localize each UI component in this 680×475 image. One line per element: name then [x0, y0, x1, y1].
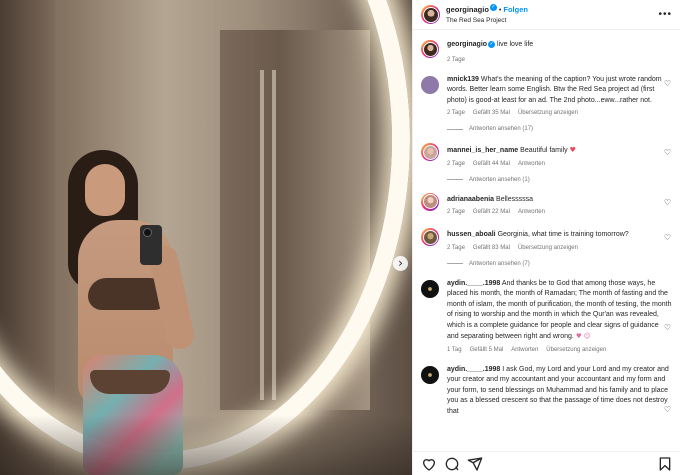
comment-likes[interactable]: Gefällt 83 Mal [473, 245, 510, 251]
comment-username[interactable]: hussen_aboali [447, 231, 496, 238]
comment-item: aydin.____.1998 I ask God, my Lord and y… [421, 365, 673, 418]
reply-button[interactable]: Antworten [518, 209, 545, 215]
comment-text: What's the meaning of the caption? You j… [447, 75, 662, 104]
comment-text: Bellesssssa [496, 195, 533, 203]
comment-item: mnick139 What's the meaning of the capti… [421, 75, 673, 132]
comment-time: 2 Tage [447, 244, 465, 251]
bookmark-icon[interactable] [657, 456, 673, 472]
caption: georginagio ✓ live love life 2 Tage [421, 39, 673, 63]
phone-camera [143, 228, 152, 237]
comment-item: mannei_is_her_name Beautiful family ♥ 2 … [421, 142, 673, 183]
commenter-avatar[interactable] [421, 228, 439, 246]
chevron-right-icon: › [398, 256, 403, 270]
view-replies-button[interactable]: Antworten ansehen (17) [447, 126, 672, 132]
follow-button[interactable]: Folgen [503, 5, 528, 14]
emoji: ♥ ☺ [575, 332, 591, 340]
comment-likes[interactable]: Gefällt 5 Mal [470, 347, 504, 353]
comment-time: 2 Tage [447, 209, 465, 215]
view-replies-button[interactable]: Antworten ansehen (7) [447, 261, 672, 267]
location-link[interactable]: The Red Sea Project [446, 16, 528, 26]
heart-icon[interactable] [421, 456, 437, 472]
post-actions-bar [413, 451, 680, 475]
translate-link[interactable]: Übersetzung anzeigen [546, 347, 606, 353]
view-replies-button[interactable]: Antworten ansehen (1) [447, 177, 672, 183]
comment-likes[interactable]: Gefällt 44 Mal [473, 161, 510, 167]
phone [140, 225, 162, 265]
post-image: › [0, 0, 412, 475]
comment-text: Beautiful family [520, 147, 568, 154]
like-comment-heart-icon[interactable]: ♡ [664, 198, 671, 207]
comments-list[interactable]: georginagio ✓ live love life 2 Tage mnick… [413, 31, 680, 451]
comment-username[interactable]: aydin.____.1998 [447, 366, 500, 373]
author-username[interactable]: georginagio [446, 5, 489, 14]
comment-item: aydin.____.1998 And thanks be to God tha… [421, 279, 673, 353]
comment-username[interactable]: adrianaabenia [447, 196, 494, 203]
comment-text: And thanks be to God that among those wa… [447, 279, 672, 341]
more-options-icon[interactable]: ••• [658, 9, 672, 20]
comment-item: adrianaabenia Bellesssssa 2 Tage Gefällt … [421, 192, 673, 215]
comment-username[interactable]: aydin.____.1998 [447, 280, 500, 287]
comment-icon[interactable] [444, 456, 460, 472]
commenter-avatar[interactable] [421, 143, 439, 161]
separator-dot: • [498, 7, 502, 14]
reply-button[interactable]: Antworten [511, 347, 538, 353]
comment-username[interactable]: mannei_is_her_name [447, 147, 518, 154]
translate-link[interactable]: Übersetzung anzeigen [518, 245, 578, 251]
verified-badge-icon: ✓ [488, 40, 496, 48]
bikini-bottom [90, 370, 170, 394]
post-side-panel: georginagio ✓ • Folgen The Red Sea Project … [412, 0, 680, 475]
comment-likes[interactable]: Gefällt 35 Mal [473, 110, 510, 116]
like-comment-heart-icon[interactable]: ♡ [664, 79, 671, 88]
face [85, 164, 125, 216]
commenter-avatar[interactable] [421, 365, 439, 384]
floor-shadow [0, 415, 412, 475]
reply-button[interactable]: Antworten [518, 161, 545, 167]
header-text: georginagio ✓ • Folgen The Red Sea Project [446, 3, 528, 26]
comment-text: Georginia, what time is training tomorro… [497, 231, 629, 238]
author-avatar[interactable] [421, 5, 440, 24]
verified-badge-icon: ✓ [489, 4, 497, 12]
comment-likes[interactable]: Gefällt 22 Mal [473, 209, 510, 215]
commenter-avatar[interactable] [421, 279, 439, 298]
caption-time: 2 Tage [447, 56, 465, 63]
like-comment-heart-icon[interactable]: ♡ [664, 148, 671, 157]
next-image-button[interactable]: › [393, 256, 408, 271]
caption-username[interactable]: georginagio [447, 41, 487, 48]
commenter-avatar[interactable] [421, 192, 439, 211]
author-avatar[interactable] [421, 40, 439, 58]
red-heart-emoji: ♥ [569, 146, 576, 154]
like-comment-heart-icon[interactable]: ♡ [664, 405, 671, 414]
comment-username[interactable]: mnick139 [447, 76, 479, 83]
comment-time: 1 Tag [447, 346, 462, 353]
commenter-avatar[interactable] [421, 75, 439, 94]
like-comment-heart-icon[interactable]: ♡ [664, 233, 671, 242]
translate-link[interactable]: Übersetzung anzeigen [518, 110, 578, 116]
comment-time: 2 Tage [447, 110, 465, 116]
like-comment-heart-icon[interactable]: ♡ [664, 323, 671, 332]
caption-text: live love life [497, 41, 534, 48]
comment-item: hussen_aboali Georginia, what time is tr… [421, 227, 673, 267]
comment-time: 2 Tage [447, 160, 465, 167]
post-header: georginagio ✓ • Folgen The Red Sea Project … [413, 0, 680, 30]
share-icon[interactable] [467, 456, 483, 472]
